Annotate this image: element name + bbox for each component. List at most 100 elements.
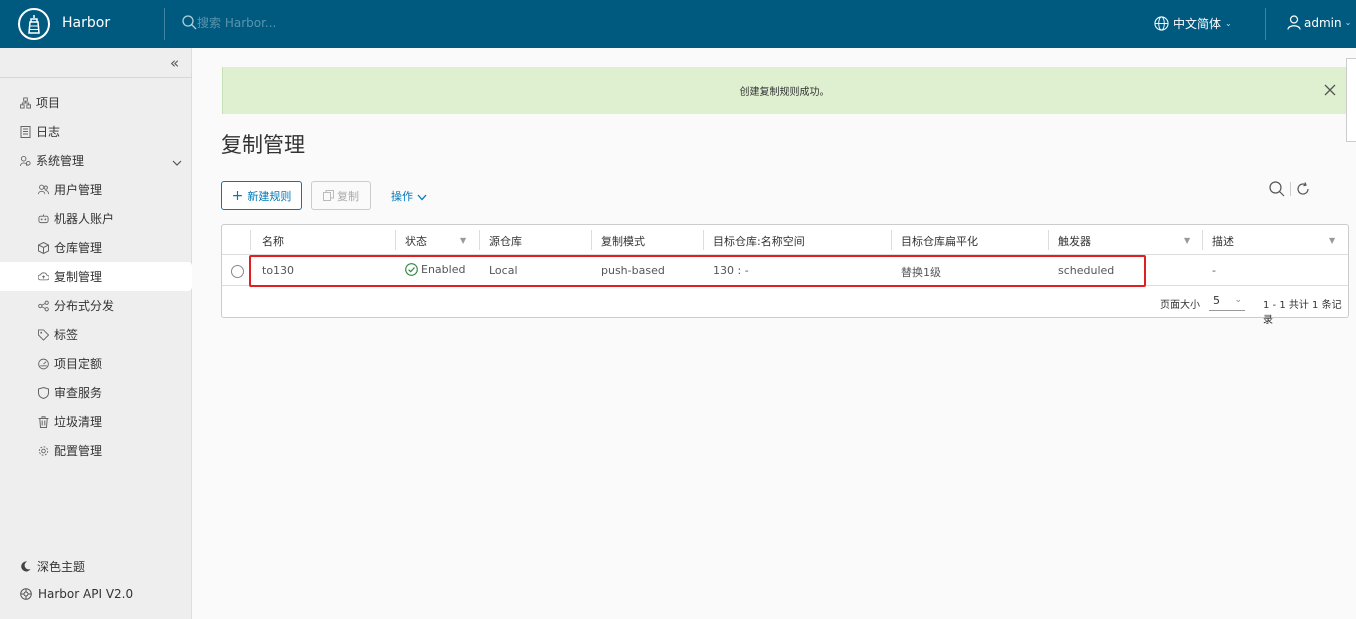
sidebar-item-replications[interactable]: 复制管理 bbox=[0, 262, 192, 291]
alert-message: 创建复制规则成功。 bbox=[739, 87, 830, 98]
sidebar-item-label: 仓库管理 bbox=[54, 241, 103, 255]
table-header: 名称 状态 ▼ 源仓库 复制模式 目标仓库:名称空间 目标仓库扁平化 触发器 ▼… bbox=[222, 225, 1348, 255]
column-separator bbox=[591, 230, 592, 250]
column-separator bbox=[479, 230, 480, 250]
sidebar-item-label: 项目 bbox=[36, 96, 61, 110]
table-tools bbox=[1269, 181, 1310, 197]
sidebar-item-scanners[interactable]: 审查服务 bbox=[0, 378, 192, 407]
dark-theme-toggle[interactable]: 深色主题 bbox=[20, 558, 190, 575]
gear-icon bbox=[38, 445, 49, 456]
column-header-destination[interactable]: 目标仓库:名称空间 bbox=[713, 233, 805, 249]
collapse-sidebar-icon[interactable]: « bbox=[170, 54, 179, 72]
page-size-select[interactable]: 5 ⌄ bbox=[1209, 292, 1245, 311]
column-header-mode[interactable]: 复制模式 bbox=[601, 233, 645, 249]
column-header-flatten[interactable]: 目标仓库扁平化 bbox=[901, 233, 978, 249]
refresh-icon[interactable] bbox=[1296, 182, 1310, 196]
column-separator bbox=[703, 230, 704, 250]
api-icon bbox=[20, 588, 32, 600]
chevron-down-icon: ⌄ bbox=[1344, 18, 1352, 27]
user-menu[interactable]: admin ⌄ bbox=[1287, 15, 1351, 30]
app-header: Harbor 搜索 Harbor... 中文简体 ⌄ admin ⌄ bbox=[0, 0, 1356, 48]
cell-flatten: 替换1级 bbox=[901, 266, 941, 279]
filter-icon[interactable]: ▼ bbox=[1329, 236, 1335, 245]
label-icon bbox=[38, 329, 49, 341]
sidebar-item-registries[interactable]: 仓库管理 bbox=[0, 233, 192, 262]
sidebar-item-configuration[interactable]: 配置管理 bbox=[0, 436, 192, 465]
column-separator bbox=[891, 230, 892, 250]
page-size-value: 5 bbox=[1213, 294, 1220, 307]
sidebar-item-admin[interactable]: 系统管理 bbox=[0, 146, 192, 175]
sidebar-item-label: 日志 bbox=[36, 125, 61, 139]
column-separator bbox=[250, 230, 251, 250]
column-header-trigger[interactable]: 触发器 bbox=[1058, 233, 1091, 249]
check-circle-icon bbox=[405, 263, 418, 276]
harbor-logo-icon[interactable] bbox=[18, 8, 50, 40]
scanner-icon bbox=[38, 386, 49, 399]
distribution-icon bbox=[38, 300, 49, 311]
api-explorer-link[interactable]: Harbor API V2.0 bbox=[20, 587, 190, 601]
sidebar-item-label: 分布式分发 bbox=[54, 299, 115, 313]
sidebar-item-labels[interactable]: 标签 bbox=[0, 320, 192, 349]
side-panel-edge bbox=[1346, 58, 1356, 142]
sidebar-divider bbox=[0, 77, 192, 78]
sidebar-item-logs[interactable]: 日志 bbox=[0, 117, 192, 146]
cell-destination: 130 : - bbox=[713, 264, 749, 277]
row-select-radio[interactable] bbox=[231, 265, 244, 278]
trash-icon bbox=[38, 415, 49, 428]
status-text: Enabled bbox=[421, 263, 466, 276]
quota-icon bbox=[38, 358, 49, 369]
users-icon bbox=[38, 184, 49, 195]
cell-name[interactable]: to130 bbox=[262, 264, 294, 277]
language-selector[interactable]: 中文简体 ⌄ bbox=[1154, 15, 1232, 32]
sidebar-item-label: 审查服务 bbox=[54, 386, 103, 400]
sidebar-item-users[interactable]: 用户管理 bbox=[0, 175, 192, 204]
search-placeholder: 搜索 Harbor... bbox=[197, 16, 277, 30]
registry-icon bbox=[38, 241, 49, 254]
chevron-down-icon bbox=[417, 194, 427, 201]
copy-icon bbox=[323, 190, 334, 201]
page-title: 复制管理 bbox=[221, 133, 305, 157]
close-icon[interactable] bbox=[1324, 81, 1336, 100]
new-rule-label: 新建规则 bbox=[247, 189, 292, 203]
globe-icon bbox=[1154, 16, 1169, 31]
column-header-name[interactable]: 名称 bbox=[262, 233, 284, 249]
cell-source: Local bbox=[489, 264, 518, 277]
plus-icon: + bbox=[231, 187, 244, 204]
copy-label: 复制 bbox=[337, 189, 359, 203]
column-separator bbox=[1048, 230, 1049, 250]
column-header-description[interactable]: 描述 bbox=[1212, 233, 1234, 249]
search-icon bbox=[182, 15, 197, 30]
chevron-down-icon: ⌄ bbox=[1234, 295, 1242, 305]
username: admin bbox=[1304, 15, 1342, 30]
filter-icon[interactable]: ▼ bbox=[1184, 236, 1190, 245]
copy-button[interactable]: 复制 bbox=[311, 181, 371, 210]
sidebar-item-label: 项目定额 bbox=[54, 357, 103, 371]
new-rule-button[interactable]: + 新建规则 bbox=[221, 181, 302, 210]
logs-icon bbox=[20, 125, 31, 138]
actions-dropdown[interactable]: 操作 bbox=[391, 188, 427, 204]
sidebar-item-quotas[interactable]: 项目定额 bbox=[0, 349, 192, 378]
page-size-label: 页面大小 bbox=[1160, 300, 1200, 311]
sidebar: « 项目 日志 系统管理 用户管理 机器人账户 仓库管理 复制管理 分布式分发 … bbox=[0, 48, 192, 619]
column-header-status[interactable]: 状态 bbox=[405, 233, 427, 249]
sidebar-item-distribution[interactable]: 分布式分发 bbox=[0, 291, 192, 320]
toolbar-divider bbox=[1290, 182, 1291, 196]
header-divider bbox=[1265, 8, 1266, 40]
table-row[interactable]: to130 Enabled Local push-based 130 : - 替… bbox=[222, 255, 1348, 286]
success-alert: 创建复制规则成功。 bbox=[222, 67, 1346, 114]
sidebar-item-label: 复制管理 bbox=[54, 270, 103, 284]
sidebar-item-label: 机器人账户 bbox=[54, 212, 115, 226]
projects-icon bbox=[20, 97, 31, 108]
search-icon[interactable] bbox=[1269, 181, 1285, 197]
column-header-source[interactable]: 源仓库 bbox=[489, 233, 522, 249]
admin-icon bbox=[20, 155, 31, 166]
language-label: 中文简体 bbox=[1173, 17, 1222, 31]
sidebar-item-projects[interactable]: 项目 bbox=[0, 88, 192, 117]
sidebar-item-garbage-collection[interactable]: 垃圾清理 bbox=[0, 407, 192, 436]
user-icon bbox=[1287, 15, 1301, 30]
global-search[interactable]: 搜索 Harbor... bbox=[182, 14, 276, 31]
brand-name[interactable]: Harbor bbox=[62, 15, 110, 31]
sidebar-item-robot-accounts[interactable]: 机器人账户 bbox=[0, 204, 192, 233]
filter-icon[interactable]: ▼ bbox=[460, 236, 466, 245]
cell-mode: push-based bbox=[601, 264, 665, 277]
